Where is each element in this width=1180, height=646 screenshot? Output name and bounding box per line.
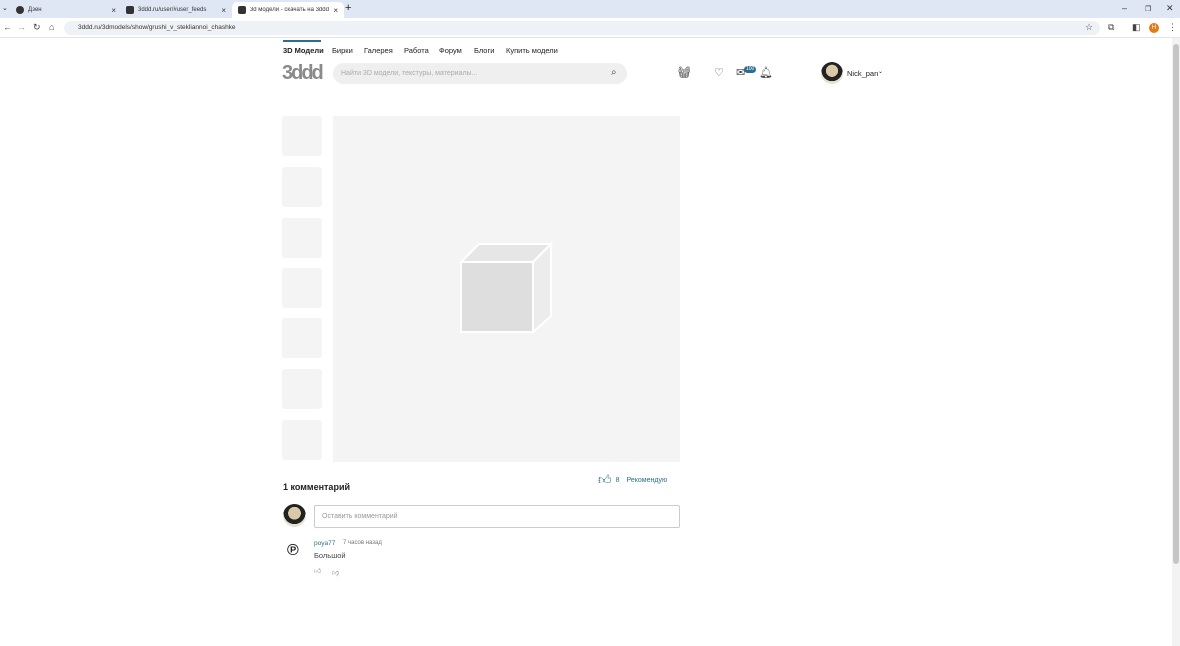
- commenter-avatar: ℗: [287, 542, 299, 559]
- thumbnail[interactable]: [282, 116, 322, 156]
- nav-3d-models[interactable]: 3D Модели: [283, 46, 324, 55]
- bell-icon[interactable]: 🔔︎: [759, 66, 773, 79]
- placeholder-cube-icon: [459, 242, 553, 334]
- reload-icon[interactable]: ↻: [33, 22, 41, 33]
- chevron-down-icon[interactable]: ⌄: [878, 68, 883, 75]
- thumbs-up-icon: 👍︎: [598, 472, 612, 487]
- thumbnail[interactable]: [282, 218, 322, 258]
- search-input[interactable]: Найти 3D модели, текстуры, материалы...: [333, 63, 627, 84]
- bookmark-star-icon[interactable]: ☆: [1085, 22, 1093, 33]
- profile-avatar[interactable]: H: [1149, 23, 1159, 33]
- username-menu[interactable]: Nick_pan: [847, 69, 878, 78]
- menu-icon[interactable]: ⋮: [1168, 22, 1177, 33]
- nav-tags[interactable]: Бирки: [332, 46, 353, 55]
- comment-text: Большой: [314, 551, 346, 560]
- nav-buy-models[interactable]: Купить модели: [506, 46, 558, 55]
- sidepanel-icon[interactable]: ◧: [1132, 22, 1141, 33]
- current-user-avatar: [283, 504, 306, 527]
- user-avatar[interactable]: [821, 62, 843, 84]
- thumbnail[interactable]: [282, 369, 322, 409]
- nav-work[interactable]: Работа: [404, 46, 429, 55]
- nav-forum[interactable]: Форум: [439, 46, 462, 55]
- thumbnail[interactable]: [282, 268, 322, 308]
- url-input[interactable]: 3ddd.ru/3dmodels/show/grushi_v_stekliann…: [64, 21, 1100, 35]
- comment-input[interactable]: Оставить комментарий: [314, 505, 680, 528]
- address-bar-row: ← → ↻ ⌂ 3ddd.ru/3dmodels/show/grushi_v_s…: [0, 18, 1180, 38]
- comments-title: 1 комментарий: [283, 482, 351, 492]
- tab-bar: ⌄ Дзен × 3ddd.ru/user/#user_feeds × 3d мод…: [0, 0, 1180, 18]
- recommend-label: Рекомендую: [626, 476, 668, 484]
- scrollbar-thumb[interactable]: [1173, 44, 1179, 564]
- restore-button[interactable]: ❐: [1145, 5, 1151, 13]
- messages-badge: 100: [744, 66, 757, 73]
- tab-2[interactable]: 3ddd.ru/user/#user_feeds ×: [120, 2, 232, 18]
- close-window-button[interactable]: ✕: [1166, 3, 1174, 14]
- search-icon[interactable]: ⌕: [611, 67, 617, 78]
- tab-1[interactable]: Дзен ×: [10, 2, 122, 18]
- site-logo[interactable]: 3ddd: [282, 62, 324, 85]
- like-icon[interactable]: 👍︎: [314, 566, 321, 575]
- active-nav-indicator: [283, 40, 321, 42]
- close-icon[interactable]: ×: [111, 6, 116, 15]
- minimize-button[interactable]: –: [1122, 3, 1127, 13]
- heart-icon[interactable]: ♡: [714, 66, 724, 79]
- tab-title: 3ddd.ru/user/#user_feeds: [138, 7, 207, 13]
- forward-icon[interactable]: →: [17, 22, 26, 32]
- thumbnail[interactable]: [282, 167, 322, 207]
- close-icon[interactable]: ×: [333, 6, 338, 15]
- new-tab-button[interactable]: +: [345, 2, 351, 14]
- extensions-icon[interactable]: ⧉: [1108, 22, 1114, 33]
- nav-gallery[interactable]: Галерея: [364, 46, 393, 55]
- thumbnail[interactable]: [282, 318, 322, 358]
- recommend-count: 8: [615, 476, 620, 484]
- basket-icon[interactable]: 🧺︎: [677, 66, 691, 79]
- main-image[interactable]: [333, 116, 680, 462]
- home-icon[interactable]: ⌂: [49, 22, 54, 32]
- dislike-icon[interactable]: 👎︎: [332, 568, 339, 577]
- tab-title: 3d модели - скачать на 3ddd: [249, 7, 329, 13]
- close-icon[interactable]: ×: [221, 6, 226, 15]
- tab-title: Дзен: [28, 7, 42, 13]
- tab-search-icon[interactable]: ⌄: [2, 4, 8, 12]
- thumbnail[interactable]: [282, 420, 322, 460]
- comment-time: 7 часов назад: [343, 540, 382, 546]
- back-icon[interactable]: ←: [3, 22, 12, 32]
- comment-author[interactable]: poya77: [314, 540, 335, 547]
- tab-3[interactable]: 3d модели - скачать на 3ddd ×: [232, 2, 344, 18]
- recommend-button[interactable]: 👍︎ 8 Рекомендую: [590, 470, 680, 490]
- nav-blogs[interactable]: Блоги: [474, 46, 494, 55]
